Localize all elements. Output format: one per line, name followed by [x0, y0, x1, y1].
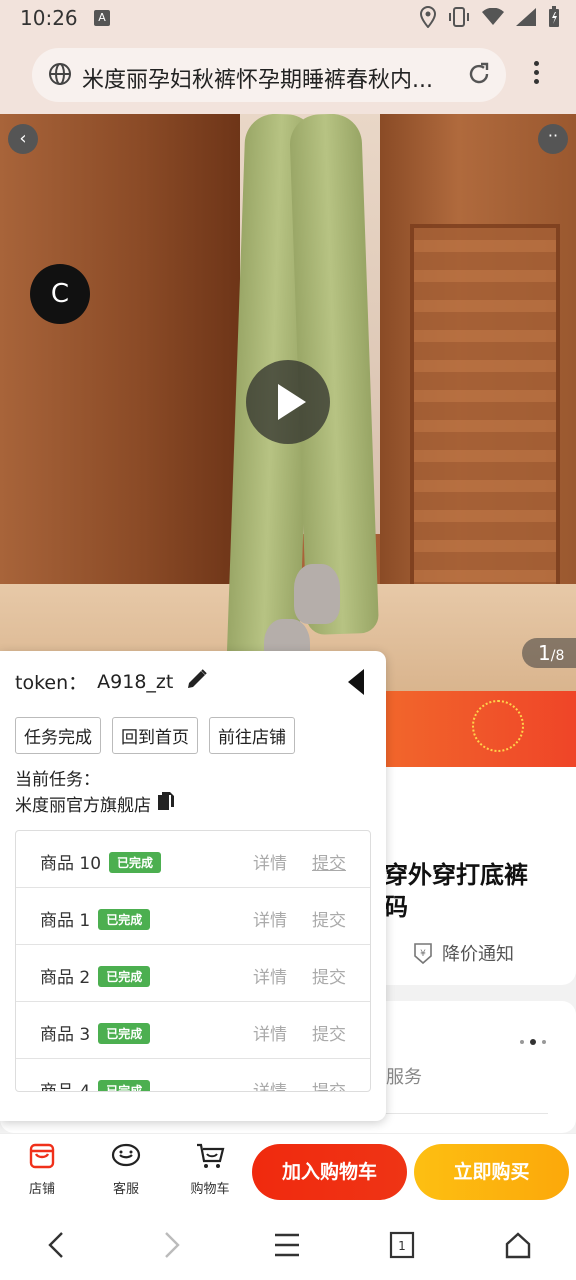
buy-now-button[interactable]: 立即购买	[414, 1144, 569, 1200]
divider	[386, 1113, 548, 1114]
status-time: 10:26	[20, 6, 78, 30]
forward-icon[interactable]	[160, 1229, 184, 1265]
action-bar: 店铺 客服 购物车 加入购物车 立即购买	[0, 1133, 576, 1213]
battery-icon	[548, 6, 560, 32]
carousel-dots	[520, 1039, 546, 1045]
task-panel: token： A918_zt 任务完成 回到首页 前往店铺 当前任务： 米度丽官…	[0, 651, 386, 1121]
service-tab[interactable]: 客服	[96, 1142, 156, 1197]
status-badge: 已完成	[98, 966, 151, 987]
task-submit-link[interactable]: 提交	[312, 1077, 346, 1091]
token-label: token：	[15, 672, 88, 694]
wifi-icon	[482, 7, 504, 30]
task-detail-link[interactable]: 详情	[253, 1020, 287, 1045]
price-notify-button[interactable]: ¥ 降价通知	[412, 940, 514, 966]
service-label: 客服	[112, 1182, 139, 1197]
status-bar: 10:26 A	[0, 0, 576, 36]
task-name: 商品 10	[40, 854, 102, 874]
task-detail-link[interactable]: 详情	[253, 906, 287, 931]
task-row: 商品 2 已完成 详情 提交	[16, 945, 370, 1002]
task-row: 商品 3 已完成 详情 提交	[16, 1002, 370, 1059]
image-counter: 1/8	[522, 638, 576, 668]
task-list[interactable]: 商品 10 已完成 详情 提交 商品 1 已完成 详情 提交 商品 2 已完成 详情 …	[15, 830, 371, 1092]
status-badge: 已完成	[98, 909, 151, 930]
current-task-label: 当前任务：	[15, 770, 100, 790]
menu-icon[interactable]	[272, 1229, 302, 1265]
address-bar[interactable]: 米度丽孕妇秋裤怀孕期睡裤春秋内...	[32, 48, 506, 102]
more-icon[interactable]: ··	[538, 124, 568, 154]
status-icons	[419, 5, 560, 32]
image-index: 1	[538, 641, 551, 665]
task-detail-link[interactable]: 详情	[253, 963, 287, 988]
task-row: 商品 10 已完成 详情 提交	[16, 831, 370, 888]
firework-icon	[472, 700, 524, 752]
current-store: 米度丽官方旗舰店	[15, 791, 175, 816]
copy-icon[interactable]	[157, 791, 175, 816]
task-detail-link[interactable]: 详情	[253, 849, 287, 874]
go-home-button[interactable]: 回到首页	[112, 717, 198, 754]
panel-button-row: 任务完成 回到首页 前往店铺	[15, 717, 295, 754]
task-detail-link[interactable]: 详情	[253, 1077, 287, 1091]
status-badge: 已完成	[98, 1080, 151, 1091]
store-icon	[12, 1142, 72, 1174]
task-name: 商品 1	[40, 911, 91, 931]
task-submit-link[interactable]: 提交	[312, 906, 346, 931]
task-row: 商品 4 已完成 详情 提交	[16, 1059, 370, 1092]
task-submit-link[interactable]: 提交	[312, 1020, 346, 1045]
cart-icon	[180, 1142, 240, 1174]
location-icon	[419, 5, 437, 32]
status-badge: 已完成	[98, 1023, 151, 1044]
image-total: /8	[550, 648, 565, 664]
chat-icon	[96, 1142, 156, 1174]
play-button[interactable]	[246, 360, 330, 444]
play-icon	[278, 384, 306, 420]
accessibility-icon: A	[94, 10, 110, 26]
task-name: 商品 3	[40, 1025, 91, 1045]
home-icon[interactable]	[504, 1229, 532, 1265]
system-nav-bar: 1	[0, 1213, 576, 1280]
task-submit-link[interactable]: 提交	[312, 963, 346, 988]
cart-tab[interactable]: 购物车	[180, 1142, 240, 1197]
store-tab[interactable]: 店铺	[12, 1142, 72, 1197]
back-icon[interactable]: ‹	[8, 124, 38, 154]
task-submit-link[interactable]: 提交	[312, 849, 346, 874]
globe-icon	[48, 62, 72, 90]
product-title: 穿外穿打底裤	[384, 861, 528, 889]
store-label: 店铺	[28, 1182, 55, 1197]
vibrate-icon	[448, 7, 470, 31]
url-text[interactable]: 米度丽孕妇秋裤怀孕期睡裤春秋内...	[82, 62, 454, 94]
price-tag-icon: ¥	[414, 943, 432, 965]
token-row: token： A918_zt	[15, 667, 209, 696]
go-store-button[interactable]: 前往店铺	[209, 717, 295, 754]
token-value: A918_zt	[97, 670, 174, 693]
service-text: 服务	[386, 1067, 422, 1088]
svg-text:1: 1	[398, 1239, 406, 1253]
avatar[interactable]: C	[30, 264, 90, 324]
store-name: 米度丽官方旗舰店	[15, 796, 151, 816]
reload-icon[interactable]	[466, 61, 492, 91]
product-title-line2: 码	[384, 893, 408, 921]
tabs-icon[interactable]: 1	[388, 1229, 416, 1265]
cart-label: 购物车	[190, 1182, 230, 1197]
status-badge: 已完成	[109, 852, 162, 873]
task-row: 商品 1 已完成 详情 提交	[16, 888, 370, 945]
collapse-icon[interactable]	[346, 667, 366, 701]
task-complete-button[interactable]: 任务完成	[15, 717, 101, 754]
back-icon[interactable]	[44, 1229, 68, 1265]
edit-icon[interactable]	[185, 667, 209, 696]
task-name: 商品 2	[40, 968, 91, 988]
add-to-cart-button[interactable]: 加入购物车	[252, 1144, 407, 1200]
svg-text:¥: ¥	[420, 949, 426, 959]
signal-icon	[516, 8, 536, 30]
browser-toolbar: 米度丽孕妇秋裤怀孕期睡裤春秋内...	[0, 36, 576, 114]
price-notify-label: 降价通知	[442, 944, 514, 965]
task-name: 商品 4	[40, 1082, 91, 1092]
more-menu-icon[interactable]	[526, 58, 546, 94]
